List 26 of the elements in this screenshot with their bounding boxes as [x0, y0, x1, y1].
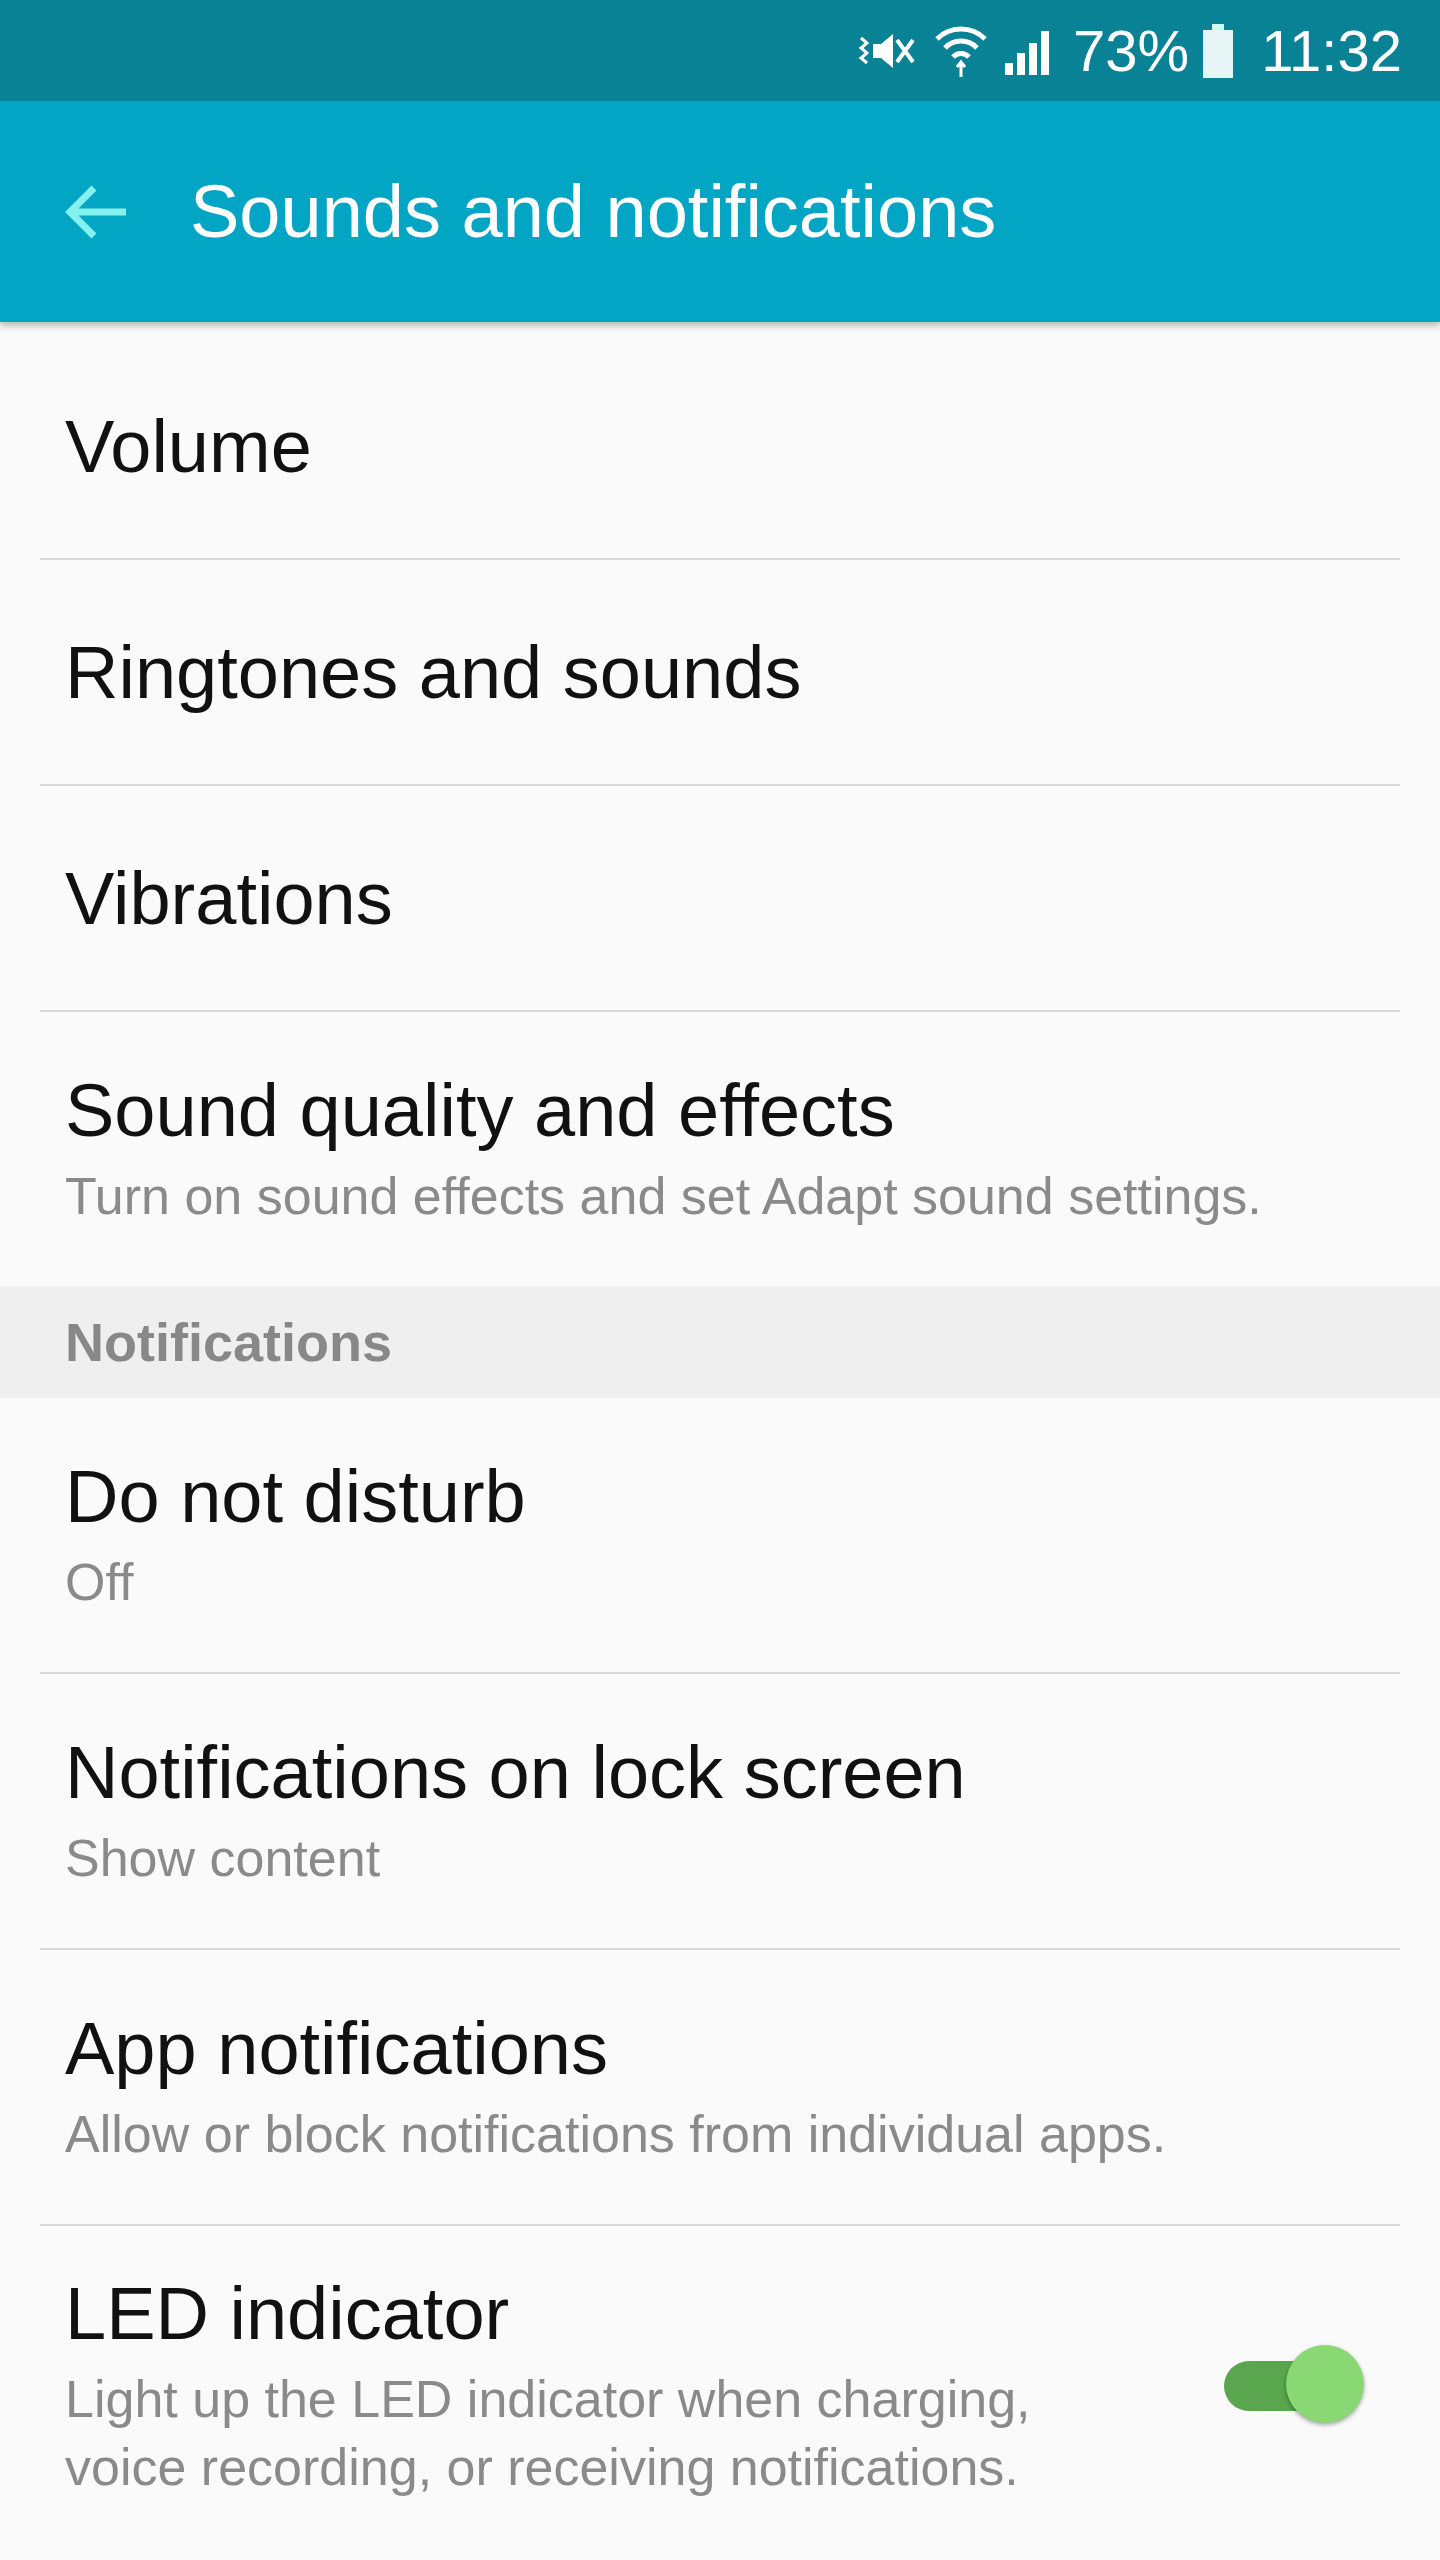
item-title: Volume [65, 403, 313, 489]
item-title: LED indicator [65, 2270, 511, 2356]
item-summary: Show content [65, 1827, 382, 1889]
item-summary: Allow or block notifications from individual apps. [65, 2103, 1168, 2165]
battery-icon [1203, 23, 1234, 78]
clock: 11:32 [1261, 17, 1402, 84]
settings-item[interactable]: Notifications on lock screen Show content [0, 1674, 1440, 1948]
item-title: Do not disturb [65, 1453, 527, 1539]
screen-title: Sounds and notifications [190, 169, 997, 254]
settings-item[interactable]: Do not disturb Off [0, 1398, 1440, 1672]
item-title: Ringtones and sounds [65, 629, 803, 715]
item-title: App notifications [65, 2005, 609, 2091]
settings-item[interactable]: Vibrations [0, 786, 1440, 1010]
settings-item[interactable]: Ringtones and sounds [0, 560, 1440, 784]
item-summary: Off [65, 1551, 135, 1613]
section-title: Notifications [65, 1311, 392, 1373]
settings-item[interactable]: LED indicator Light up the LED indicator when charging, voice recording, or receiving notifications. [0, 2226, 1440, 2546]
battery-percent: 73% [1073, 17, 1190, 84]
item-title: Sound quality and effects [65, 1067, 896, 1153]
item-title: Vibrations [65, 855, 394, 941]
settings-item[interactable]: Volume [0, 334, 1440, 558]
settings-item[interactable]: Sound quality and effects Turn on sound effects and set Adapt sound settings. [0, 1012, 1440, 1286]
item-summary: Light up the LED indicator when charging, voice recording, or receiving notifications. [65, 2368, 1032, 2498]
item-title: Notifications on lock screen [65, 1729, 967, 1815]
settings-item[interactable]: App notifications Allow or block notifications from individual apps. [0, 1950, 1440, 2224]
item-summary: Turn on sound effects and set Adapt sound settings. [65, 1165, 1263, 1227]
